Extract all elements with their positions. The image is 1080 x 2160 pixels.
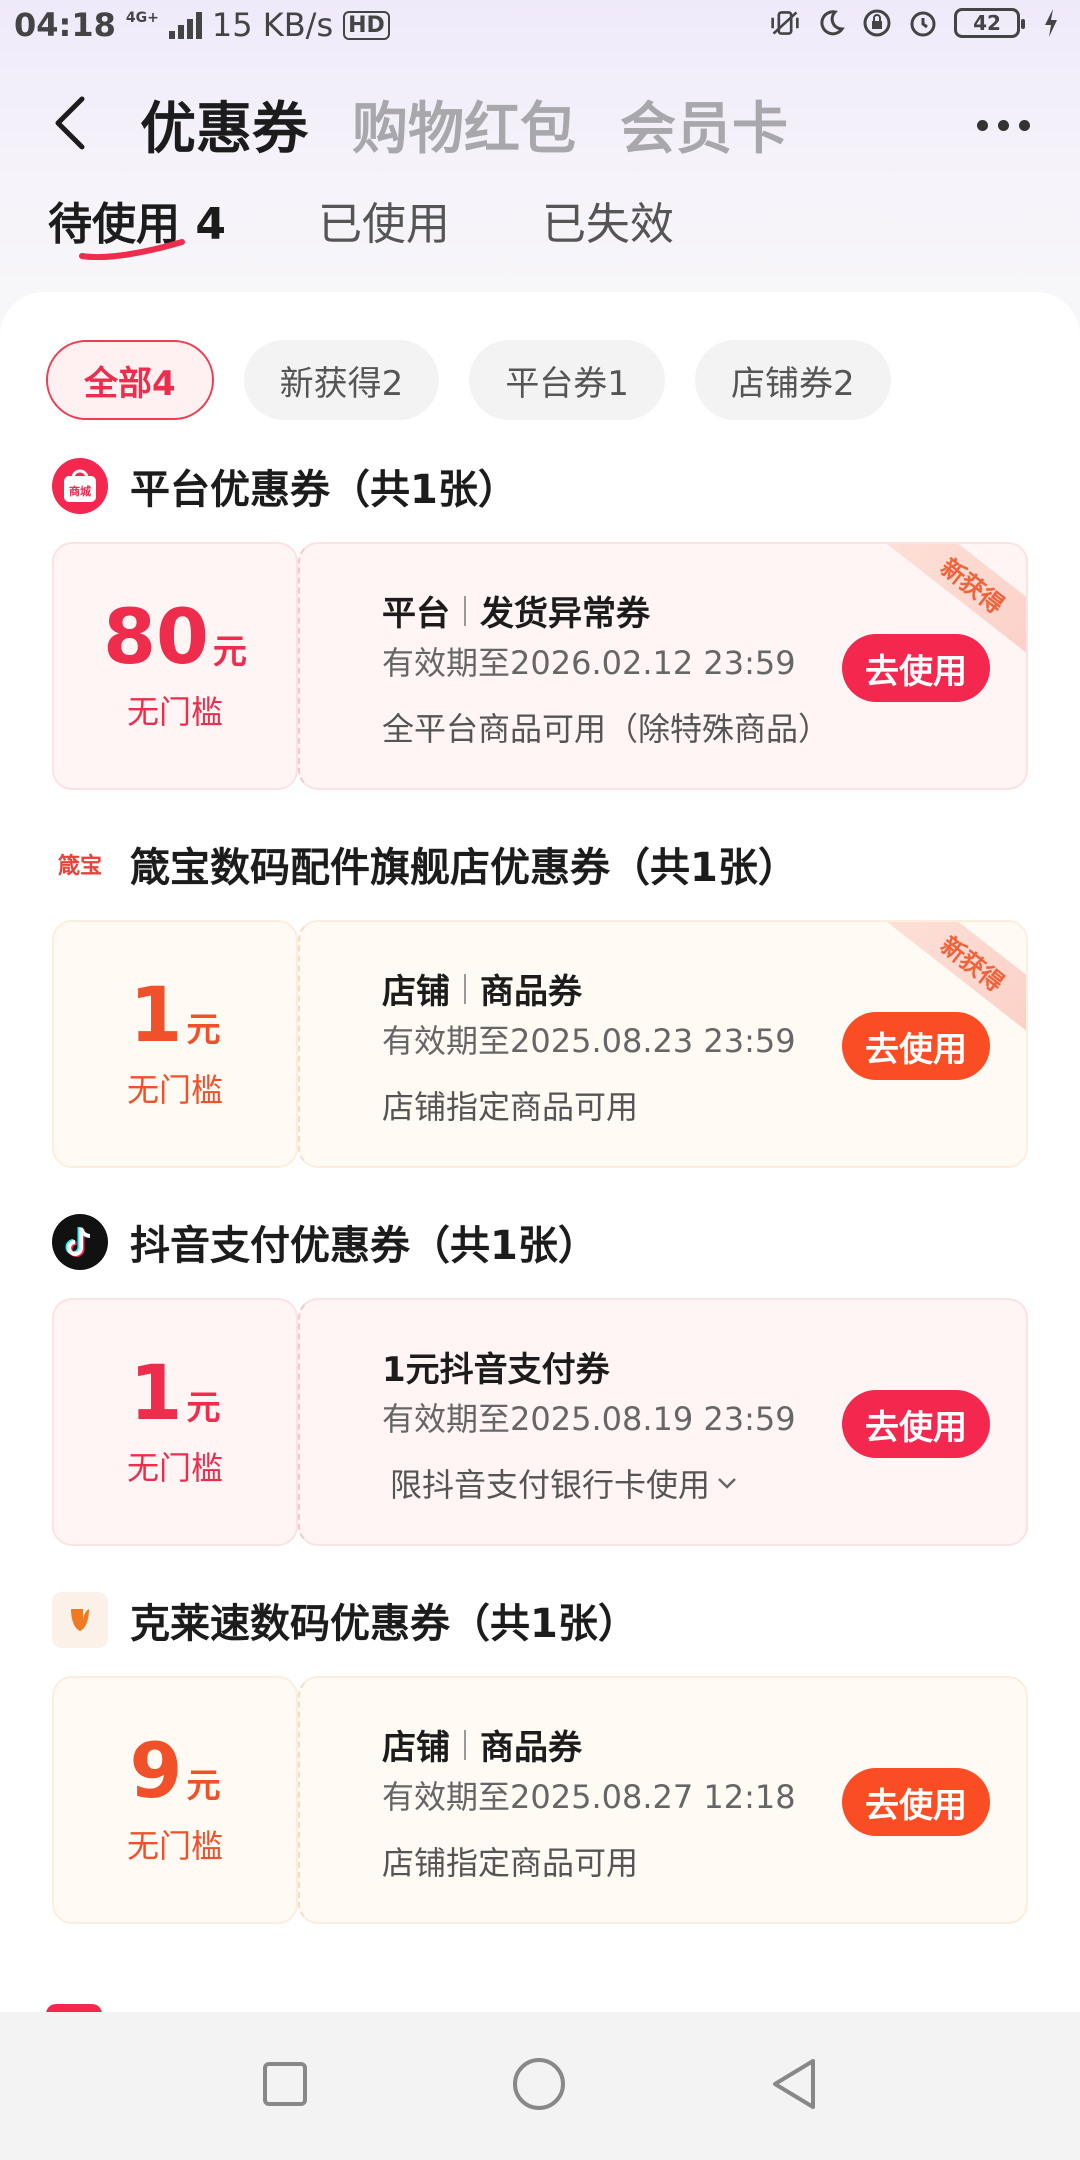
system-nav-bar: [0, 2012, 1080, 2160]
header-tabs: 优惠券 购物红包 会员卡: [140, 84, 788, 165]
filter-all[interactable]: 全部4: [46, 340, 214, 420]
coupon-amount: 1: [129, 1348, 183, 1437]
filter-store[interactable]: 店铺券2: [694, 340, 891, 420]
coupon-validity: 有效期至2026.02.12 23:59: [382, 644, 796, 682]
coupon-details: 平台 发货异常券 有效期至2026.02.12 23:59 全平台商品可用（除特殊…: [298, 542, 1028, 790]
coupon-amount: 80: [103, 592, 209, 681]
coupon-description: 店铺指定商品可用: [382, 1844, 639, 1882]
douyin-logo-icon: [52, 1214, 108, 1270]
coupon-name: 平台 发货异常券: [382, 594, 650, 634]
section-header: 商城 平台优惠券（共1张）: [52, 456, 518, 516]
network-speed: 15 KB/s: [211, 6, 334, 44]
coupon-value: 9元 无门槛: [52, 1676, 298, 1924]
section-header: 抖音支付优惠券（共1张）: [52, 1212, 598, 1272]
lock-rotation-icon: [862, 8, 892, 38]
tab-coupons[interactable]: 优惠券: [140, 84, 308, 165]
tab-unused[interactable]: 待使用 4: [48, 188, 226, 261]
coupon-details: 店铺 商品券 有效期至2025.08.27 12:18 店铺指定商品可用 去使用: [298, 1676, 1028, 1924]
svg-text:商城: 商城: [69, 484, 91, 498]
battery-icon: 42: [954, 8, 1025, 38]
mall-logo-icon: 商城: [52, 458, 108, 514]
back-button[interactable]: [50, 88, 110, 158]
coupon-amount: 1: [129, 970, 183, 1059]
use-coupon-button[interactable]: 去使用: [842, 1390, 990, 1458]
filter-new[interactable]: 新获得2: [243, 340, 440, 420]
coupon-threshold: 无门槛: [126, 1071, 223, 1109]
coupon-value: 1元 无门槛: [52, 1298, 298, 1546]
section-title: 箴宝数码配件旗舰店优惠券（共1张）: [130, 845, 798, 891]
signal-icon: [168, 11, 202, 39]
coupon-threshold: 无门槛: [126, 693, 223, 731]
tab-member-cards[interactable]: 会员卡: [620, 84, 788, 165]
charging-icon: [1036, 8, 1066, 38]
store-logo-icon: [52, 1592, 108, 1648]
network-type: 4G+: [125, 10, 159, 26]
active-underline-icon: [79, 239, 185, 261]
coupon-description-expand[interactable]: 限抖音支付银行卡使用: [390, 1460, 738, 1506]
back-arrow-icon: [55, 96, 85, 150]
section-title: 克莱速数码优惠券（共1张）: [130, 1601, 638, 1647]
coupon-card[interactable]: 1元 无门槛 1元抖音支付券 有效期至2025.08.19 23:59 限抖音支…: [52, 1298, 1028, 1546]
recents-button[interactable]: [261, 2060, 309, 2112]
section-header: 箴宝 箴宝数码配件旗舰店优惠券（共1张）: [52, 834, 798, 894]
tab-used[interactable]: 已使用: [318, 188, 450, 252]
coupon-validity: 有效期至2025.08.19 23:59: [382, 1400, 796, 1438]
status-tabs: 待使用 4 已使用 已失效: [48, 188, 674, 261]
section-header: 克莱速数码优惠券（共1张）: [52, 1590, 638, 1650]
coupon-name: 1元抖音支付券: [382, 1350, 610, 1390]
use-coupon-button[interactable]: 去使用: [842, 634, 990, 702]
coupon-value: 80 元 无门槛: [52, 542, 298, 790]
coupon-unit: 元: [186, 1010, 221, 1050]
coupon-card[interactable]: 9元 无门槛 店铺 商品券 有效期至2025.08.27 12:18 店铺指定商品…: [52, 1676, 1028, 1924]
status-bar: 04:18 4G+ 15 KB/s HD 42: [0, 0, 1080, 56]
coupon-name: 店铺 商品券: [382, 1728, 582, 1768]
store-logo-icon: 箴宝: [52, 836, 108, 892]
filter-chips: 全部4 新获得2 平台券1 店铺券2: [46, 340, 891, 420]
coupon-validity: 有效期至2025.08.23 23:59: [382, 1022, 796, 1060]
coupon-card[interactable]: 80 元 无门槛 平台 发货异常券 有效期至2026.02.12 23:59 全平台…: [52, 542, 1028, 790]
coupon-unit: 元: [186, 1388, 221, 1428]
next-section-logo-icon: [46, 2004, 102, 2012]
coupon-name: 店铺 商品券: [382, 972, 582, 1012]
coupon-description: 全平台商品可用（除特殊商品）: [382, 710, 831, 748]
coupon-details: 1元抖音支付券 有效期至2025.08.19 23:59 限抖音支付银行卡使用 …: [298, 1298, 1028, 1546]
moon-icon: [816, 8, 846, 38]
coupon-threshold: 无门槛: [126, 1449, 223, 1487]
circle-icon: [513, 2058, 565, 2110]
coupon-amount: 9: [129, 1726, 183, 1815]
coupon-details: 店铺 商品券 有效期至2025.08.23 23:59 店铺指定商品可用 去使用 …: [298, 920, 1028, 1168]
coupon-value: 1元 无门槛: [52, 920, 298, 1168]
coupon-description: 店铺指定商品可用: [382, 1088, 639, 1126]
more-dot-icon: [977, 119, 988, 131]
coupon-list: 全部4 新获得2 平台券1 店铺券2 商城 平台优惠券（共1张） 80 元 无门槛…: [0, 292, 1080, 2012]
alarm-icon: [908, 8, 938, 38]
more-button[interactable]: [977, 100, 1030, 150]
coupon-card[interactable]: 1元 无门槛 店铺 商品券 有效期至2025.08.23 23:59 店铺指定商品…: [52, 920, 1028, 1168]
triangle-back-icon: [773, 2059, 815, 2109]
use-coupon-button[interactable]: 去使用: [842, 1012, 990, 1080]
more-dot-icon: [998, 119, 1009, 131]
chevron-down-icon: [718, 1478, 736, 1489]
tab-red-packets[interactable]: 购物红包: [352, 84, 576, 165]
header: 优惠券 购物红包 会员卡: [0, 70, 1080, 180]
coupon-unit: 元: [186, 1766, 221, 1806]
section-title: 平台优惠券（共1张）: [130, 467, 518, 513]
square-icon: [263, 2062, 307, 2106]
use-coupon-button[interactable]: 去使用: [842, 1768, 990, 1836]
section-title: 抖音支付优惠券（共1张）: [130, 1223, 598, 1269]
hd-icon: HD: [343, 10, 390, 40]
back-nav-button[interactable]: [769, 2057, 819, 2115]
more-dot-icon: [1019, 119, 1030, 131]
status-time: 04:18: [14, 6, 116, 44]
coupon-unit: 元: [212, 632, 247, 672]
tab-expired[interactable]: 已失效: [542, 188, 674, 252]
vibrate-icon: [770, 8, 800, 38]
home-button[interactable]: [511, 2056, 567, 2116]
filter-platform[interactable]: 平台券1: [469, 340, 665, 420]
coupon-validity: 有效期至2025.08.27 12:18: [382, 1778, 796, 1816]
coupon-threshold: 无门槛: [126, 1827, 223, 1865]
